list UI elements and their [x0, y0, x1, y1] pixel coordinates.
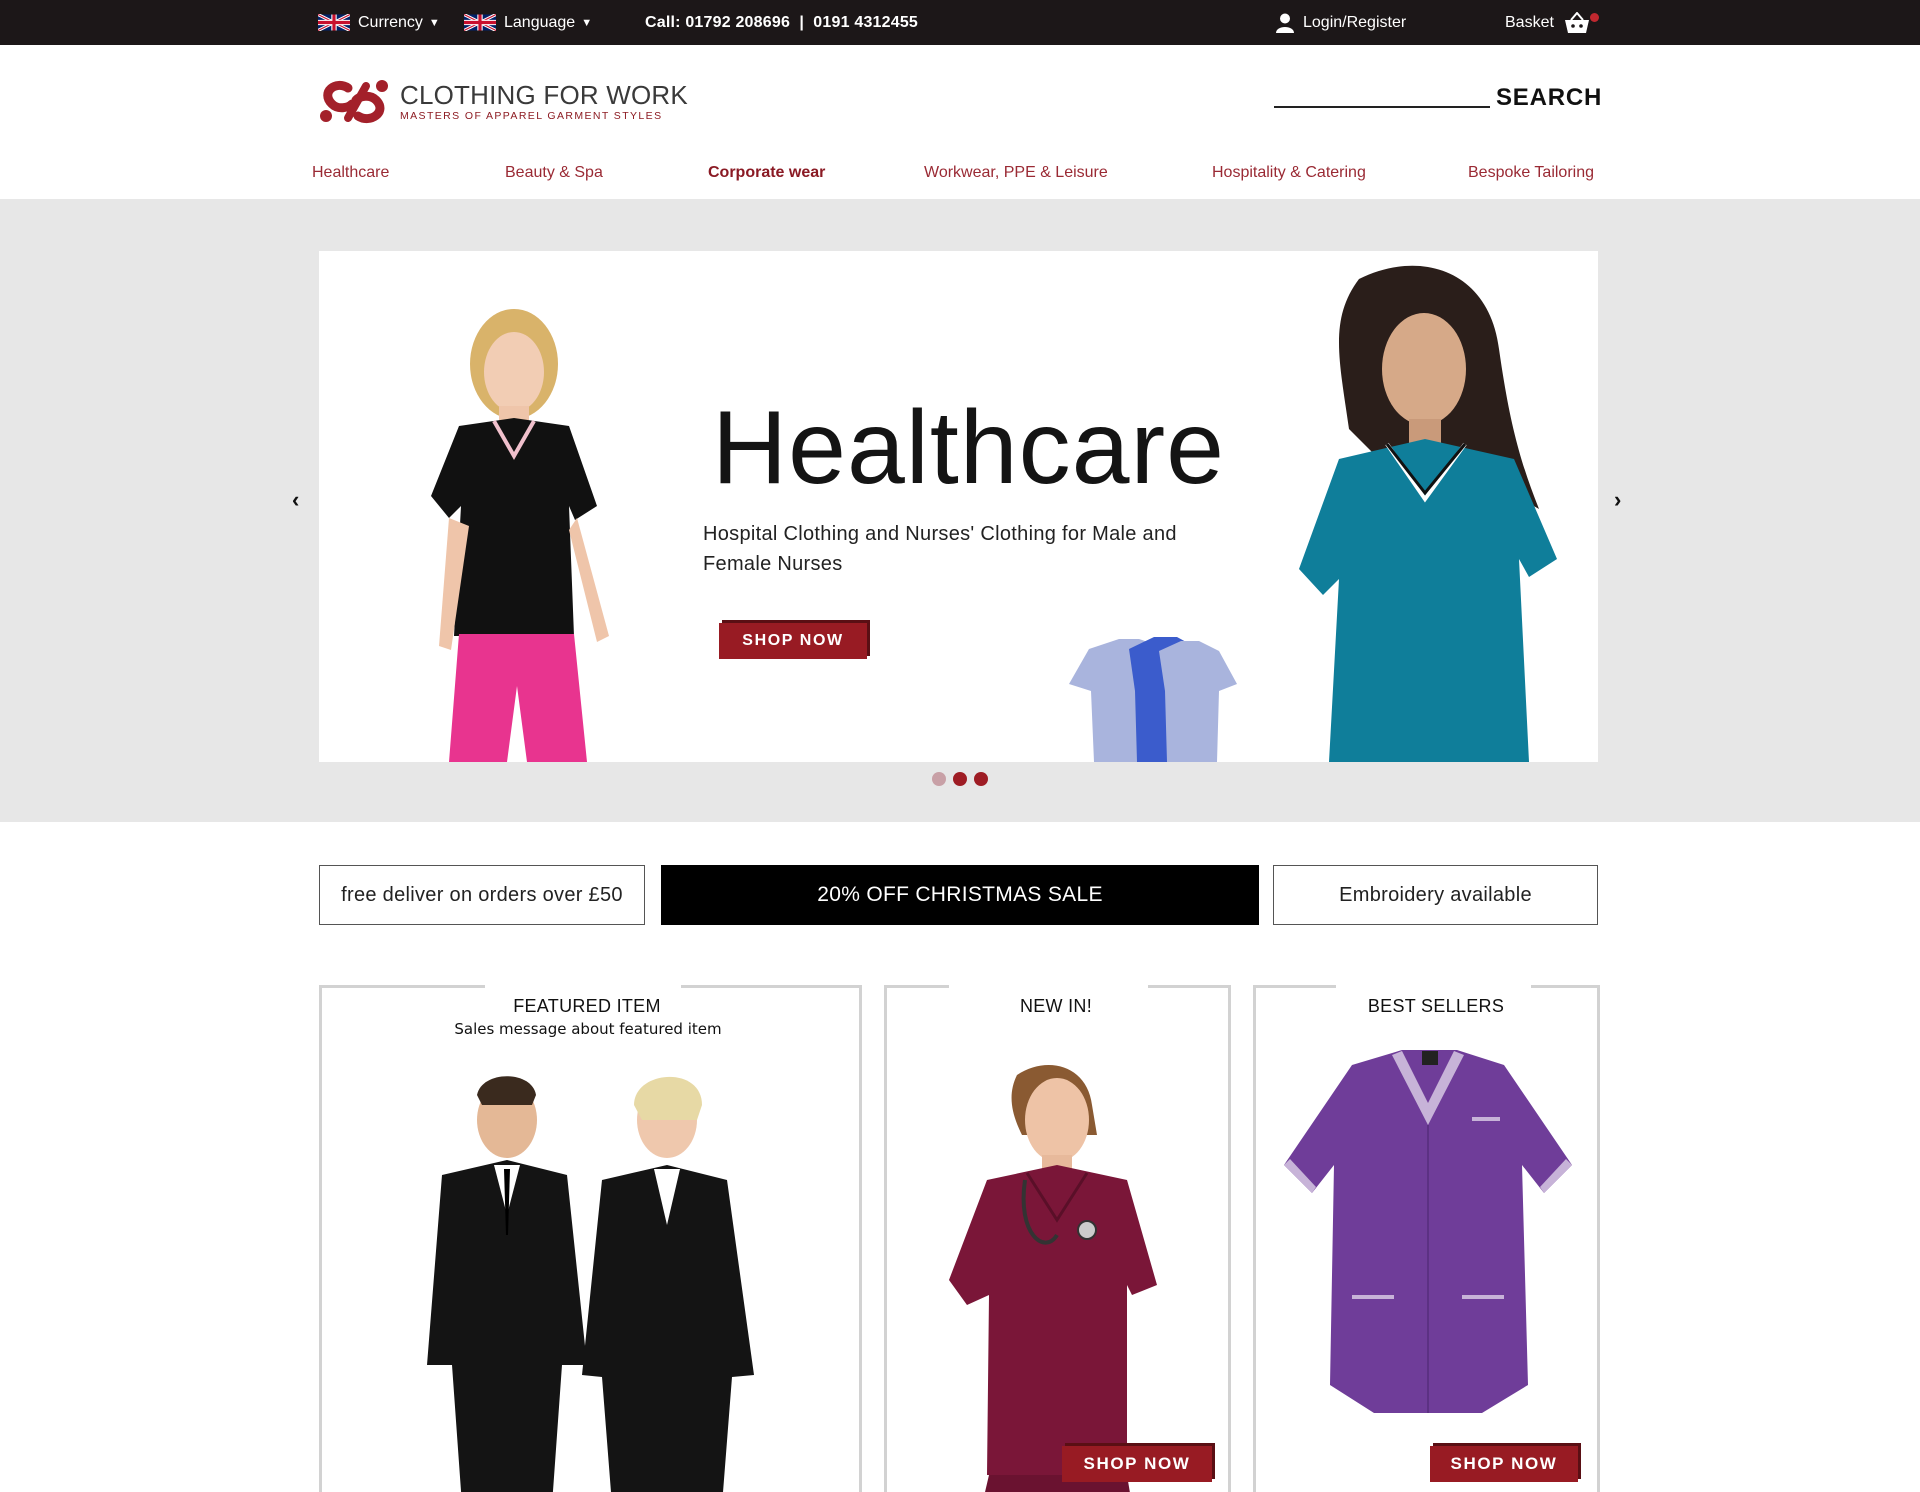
featured-item-card[interactable]: [319, 985, 862, 1492]
promo-embroidery-text: Embroidery available: [1339, 883, 1532, 906]
nav-item-hospitality[interactable]: Hospitality & Catering: [1212, 164, 1366, 182]
nav-item-bespoke-tailoring[interactable]: Bespoke Tailoring: [1468, 164, 1594, 182]
featured-item-title: FEATURED ITEM: [513, 996, 661, 1016]
chevron-down-icon: ▼: [428, 16, 440, 29]
folded-tunics-image: [1069, 637, 1237, 762]
user-icon: [1276, 13, 1294, 33]
new-in-title: NEW IN!: [1019, 996, 1093, 1016]
promo-delivery-text: free deliver on orders over £50: [341, 883, 623, 906]
hero-slide: Healthcare Hospital Clothing and Nurses'…: [319, 251, 1598, 762]
chevron-left-icon[interactable]: ‹: [292, 487, 299, 513]
currency-selector[interactable]: Currency ▼: [318, 0, 440, 45]
basket-link[interactable]: Basket: [1505, 0, 1590, 45]
uk-flag-icon: [318, 14, 350, 31]
call-text: Call: 01792 208696 | 0191 4312455: [645, 13, 919, 31]
hero-subtitle: Hospital Clothing and Nurses' Clothing f…: [703, 523, 1177, 575]
slider-dot-3[interactable]: [974, 772, 988, 786]
promo-christmas-sale[interactable]: 20% OFF CHRISTMAS SALE: [661, 865, 1259, 925]
currency-label: Currency: [358, 13, 423, 31]
best-sellers-shop-now-button[interactable]: SHOP NOW: [1430, 1446, 1578, 1482]
model-burgundy-scrubs-image: [949, 1065, 1157, 1492]
slider-dot-1[interactable]: [932, 772, 946, 786]
new-in-card[interactable]: SHOP NOW: [884, 985, 1231, 1492]
nav-item-workwear[interactable]: Workwear, PPE & Leisure: [924, 164, 1108, 182]
search-button[interactable]: SEARCH: [1496, 84, 1602, 112]
basket-count-badge: [1590, 13, 1599, 22]
chevron-down-icon: ▼: [581, 16, 593, 29]
slider-dot-2[interactable]: [953, 772, 967, 786]
search-input[interactable]: [1274, 106, 1490, 108]
language-selector[interactable]: Language ▼: [464, 0, 592, 45]
nav-item-healthcare[interactable]: Healthcare: [312, 164, 389, 182]
promo-free-delivery: free deliver on orders over £50: [319, 865, 645, 925]
language-label: Language: [504, 13, 576, 31]
phone-numbers: Call: 01792 208696 | 0191 4312455: [645, 0, 918, 45]
nav-item-corporate-wear[interactable]: Corporate wear: [708, 164, 825, 182]
logo-subtitle: MASTERS OF APPAREL GARMENT STYLES: [400, 110, 663, 122]
new-in-shop-now-button[interactable]: SHOP NOW: [1062, 1446, 1212, 1482]
purple-tunic-image: [1284, 1050, 1572, 1413]
logo-icon: [320, 80, 388, 124]
promo-embroidery: Embroidery available: [1273, 865, 1598, 925]
model-teal-scrubs-image: [1299, 265, 1557, 762]
top-bar: Currency ▼ Language ▼ Call: 01792 208696…: [0, 0, 1920, 45]
basket-icon: [1564, 11, 1589, 33]
corporate-suits-image: [427, 1076, 754, 1492]
nav-item-beauty-spa[interactable]: Beauty & Spa: [505, 164, 603, 182]
promo-sale-text: 20% OFF CHRISTMAS SALE: [817, 883, 1103, 906]
logo-title: CLOTHING FOR WORK: [400, 80, 688, 110]
hero-title: Healthcare: [712, 390, 1225, 506]
chevron-right-icon[interactable]: ›: [1614, 487, 1621, 513]
uk-flag-icon: [464, 14, 496, 31]
login-label: Login/Register: [1303, 13, 1407, 31]
best-sellers-card[interactable]: SHOP NOW: [1253, 985, 1600, 1492]
login-register-link[interactable]: Login/Register: [1276, 0, 1406, 45]
hero-shop-now-button[interactable]: SHOP NOW: [719, 623, 867, 659]
site-logo[interactable]: CLOTHING FOR WORK MASTERS OF APPAREL GAR…: [318, 78, 688, 126]
basket-label: Basket: [1505, 13, 1554, 31]
slider-dots: [932, 772, 988, 786]
model-black-scrubs-image: [431, 309, 609, 762]
featured-item-message: Sales message about featured item: [454, 1020, 722, 1038]
best-sellers-title: BEST SELLERS: [1367, 996, 1505, 1016]
